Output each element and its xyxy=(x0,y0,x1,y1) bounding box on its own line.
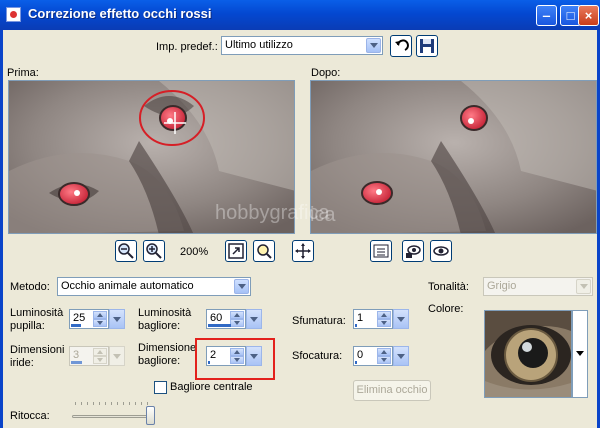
blur-level-bar xyxy=(355,361,357,364)
glint-size-label: Dimensione bagliore: xyxy=(138,342,202,368)
method-select[interactable]: Occhio animale automatico xyxy=(57,277,251,296)
method-value: Occhio animale automatico xyxy=(61,280,194,292)
iris-size-value: 3 xyxy=(73,349,80,361)
after-label: Dopo: xyxy=(311,67,341,79)
save-preset-button[interactable] xyxy=(416,35,438,57)
increment-button[interactable] xyxy=(230,311,244,319)
eye-color-dropdown[interactable] xyxy=(572,310,588,398)
zoom-in-button[interactable] xyxy=(143,240,165,262)
eye-toggle-button[interactable] xyxy=(402,240,424,262)
pupil-lightness-level-bar xyxy=(71,324,81,327)
iris-size-label: Dimensioni iride: xyxy=(10,344,70,370)
feather-value: 1 xyxy=(357,312,364,324)
preset-label: Imp. predef.: xyxy=(156,41,218,53)
close-button[interactable]: × xyxy=(578,5,599,26)
glint-lightness-label: Luminosità bagliore: xyxy=(138,307,198,333)
floppy-disk-icon xyxy=(420,39,434,53)
blur-label: Sfocatura: xyxy=(292,350,343,362)
zoom-actual-button[interactable] xyxy=(253,240,275,262)
tonality-select[interactable]: Grigio xyxy=(483,277,593,296)
feather-label: Sfumatura: xyxy=(292,315,346,327)
blur-stepper[interactable]: 0 xyxy=(353,346,409,366)
iris-size-dropdown xyxy=(109,346,125,366)
increment-button[interactable] xyxy=(377,348,391,356)
fit-window-icon xyxy=(228,243,244,259)
after-preview: hobbygrafica xyxy=(310,80,597,234)
chevron-down-icon[interactable] xyxy=(366,38,381,53)
glint-size-label-text: Dimensione bagliore: xyxy=(138,342,197,367)
remove-eye-button[interactable]: Elimina occhio xyxy=(353,380,431,401)
zoom-in-icon xyxy=(146,243,162,259)
zoom-out-icon xyxy=(118,243,134,259)
increment-button[interactable] xyxy=(377,311,391,319)
pupil-lightness-label-text: Luminosità pupilla: xyxy=(10,307,64,332)
eye-icon xyxy=(433,246,449,256)
color-label: Colore: xyxy=(428,303,464,315)
increment-button xyxy=(93,348,107,356)
decrement-button[interactable] xyxy=(230,319,244,327)
zoom-out-button[interactable] xyxy=(115,240,137,262)
increment-button[interactable] xyxy=(93,311,107,319)
close-icon: × xyxy=(584,8,593,23)
zoom-actual-icon xyxy=(257,244,272,259)
eye-color-swatch[interactable] xyxy=(484,310,572,398)
pupil-lightness-label: Luminosità pupilla: xyxy=(10,307,70,333)
cat-eye-image xyxy=(485,311,571,397)
refine-label: Ritocca: xyxy=(10,410,50,422)
pupil-lightness-stepper[interactable]: 25 xyxy=(69,309,125,329)
decrement-button[interactable] xyxy=(377,319,391,327)
method-label: Metodo: xyxy=(10,281,50,293)
before-label: Prima: xyxy=(7,67,39,79)
pupil-lightness-dropdown[interactable] xyxy=(109,309,125,329)
zoom-level: 200% xyxy=(180,246,209,258)
iris-size-level-bar xyxy=(71,361,82,364)
highlight-annotation xyxy=(195,338,275,380)
minimize-icon: ‒ xyxy=(542,8,551,23)
pan-button[interactable] xyxy=(292,240,314,262)
iris-size-label-text: Dimensioni iride: xyxy=(10,344,65,369)
glint-lightness-level-bar xyxy=(208,324,231,327)
feather-dropdown[interactable] xyxy=(393,309,409,329)
feather-level-bar xyxy=(355,324,357,327)
glint-lightness-label-text: Luminosità bagliore: xyxy=(138,307,192,332)
undo-arrow-icon xyxy=(395,39,409,51)
blur-dropdown[interactable] xyxy=(393,346,409,366)
refine-slider-thumb[interactable] xyxy=(146,406,155,425)
tonality-label: Tonalità: xyxy=(428,281,469,293)
eye-lock-icon xyxy=(406,245,421,258)
app-icon xyxy=(6,7,21,22)
pupil-lightness-value: 25 xyxy=(73,312,86,324)
tonality-value: Grigio xyxy=(487,280,517,292)
decrement-button[interactable] xyxy=(93,319,107,327)
after-preview-image: hobbygrafica xyxy=(311,81,596,233)
glint-lightness-stepper[interactable]: 60 xyxy=(206,309,262,329)
window-title: Correzione effetto occhi rossi xyxy=(28,6,212,21)
feather-stepper[interactable]: 1 xyxy=(353,309,409,329)
refine-slider-ticks xyxy=(75,402,150,405)
blur-value: 0 xyxy=(357,349,364,361)
details-list-icon xyxy=(373,244,389,258)
chevron-down-icon xyxy=(576,279,591,294)
chevron-down-icon[interactable] xyxy=(234,279,249,294)
show-details-button[interactable] xyxy=(370,240,392,262)
decrement-button xyxy=(93,356,107,364)
move-icon xyxy=(295,243,311,259)
help-button[interactable]: ‒ xyxy=(536,5,557,26)
glint-lightness-dropdown[interactable] xyxy=(246,309,262,329)
glint-lightness-value: 60 xyxy=(210,312,223,324)
center-glint-checkbox[interactable] xyxy=(154,381,167,394)
title-bar: Correzione effetto occhi rossi ‒ □ × xyxy=(0,0,600,30)
zoom-fit-button[interactable] xyxy=(225,240,247,262)
iris-size-stepper[interactable]: 3 xyxy=(69,346,125,366)
refine-slider-track[interactable] xyxy=(72,415,152,418)
center-glint-label: Bagliore centrale xyxy=(170,381,253,393)
preset-select[interactable]: Ultimo utilizzo xyxy=(221,36,383,55)
preset-value: Ultimo utilizzo xyxy=(225,39,293,51)
eye-preview-button[interactable] xyxy=(430,240,452,262)
chevron-down-icon xyxy=(576,351,584,356)
decrement-button[interactable] xyxy=(377,356,391,364)
before-watermark: hobbygrafica xyxy=(215,202,330,224)
reset-preset-button[interactable] xyxy=(390,35,412,57)
